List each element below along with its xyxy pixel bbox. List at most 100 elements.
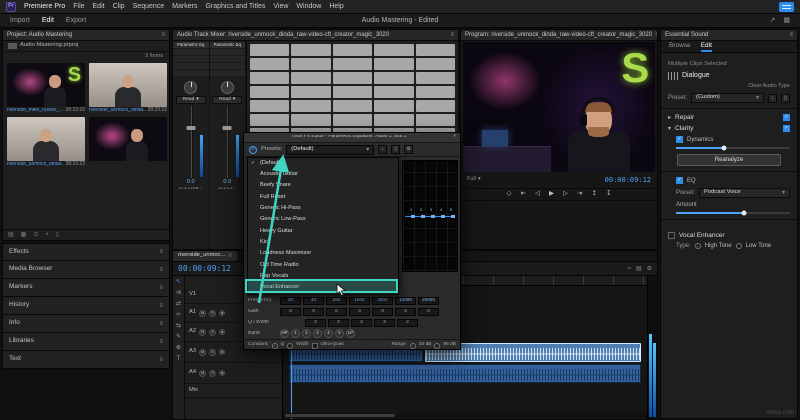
insert-effect-slot[interactable]: Parametric Eq: [173, 42, 209, 49]
tool-selection-icon[interactable]: ↖: [176, 279, 181, 285]
preset-option[interactable]: Kick: [248, 237, 398, 248]
panel-tab-media-browser[interactable]: Media Browser≡: [2, 261, 170, 279]
preset-option[interactable]: Heavy Guitar: [248, 226, 398, 237]
frequency-value[interactable]: 12000: [395, 297, 416, 305]
automation-mode-select[interactable]: Read ▾: [212, 96, 242, 104]
panel-tab-effects[interactable]: Effects≡: [2, 243, 170, 261]
eq-row[interactable]: ✓ EQ: [676, 177, 790, 184]
range-96-radio[interactable]: [434, 343, 440, 349]
lift-icon[interactable]: ↥: [592, 191, 597, 198]
chevron-down-icon[interactable]: ▾: [668, 126, 671, 132]
clear-audio-type-link[interactable]: Clear Audio Type: [748, 84, 790, 90]
chevron-right-icon[interactable]: ▸: [668, 115, 671, 121]
insert-slot[interactable]: [291, 114, 330, 126]
band-4-button[interactable]: 4: [324, 329, 333, 338]
eq-band-point[interactable]: [431, 215, 435, 219]
tab-export[interactable]: Export: [66, 17, 86, 24]
menu-clip[interactable]: Clip: [113, 3, 125, 10]
high-tone-radio[interactable]: [695, 243, 701, 249]
solo-button[interactable]: S: [209, 370, 216, 377]
solo-button[interactable]: S: [209, 329, 216, 336]
band-lp-button[interactable]: LP: [346, 329, 355, 338]
project-clip-card[interactable]: riverside_unmock_dinda... 28:23:22: [89, 63, 167, 113]
panel-menu-icon[interactable]: ≡: [450, 32, 454, 38]
list-view-icon[interactable]: ▤: [8, 232, 14, 238]
gain-value[interactable]: 0: [280, 308, 301, 316]
dynamics-checkbox[interactable]: ✓: [676, 136, 683, 143]
frequency-value[interactable]: 40: [303, 297, 324, 305]
tool-slip-icon[interactable]: ⇆: [176, 323, 181, 329]
preset-option[interactable]: Beefy Snare: [248, 181, 398, 192]
volume-value[interactable]: 0.0: [173, 180, 209, 186]
insert-slot[interactable]: [333, 58, 372, 70]
project-clip-card[interactable]: S riverside_mike_russell_... 28:23:22: [7, 63, 85, 113]
slider-handle[interactable]: [721, 146, 726, 151]
preset-option[interactable]: Full Reset: [248, 192, 398, 203]
menu-sequence[interactable]: Sequence: [133, 3, 165, 10]
track-header-a4[interactable]: A4 M S ◉: [185, 363, 282, 384]
repair-checkbox[interactable]: ✓: [783, 114, 790, 121]
insert-slot[interactable]: [291, 72, 330, 84]
add-marker-icon[interactable]: ◇: [507, 191, 512, 198]
panel-menu-icon[interactable]: ≡: [159, 321, 163, 327]
dynamics-slider[interactable]: [676, 147, 790, 149]
insert-slot[interactable]: [333, 86, 372, 98]
insert-slot[interactable]: [291, 58, 330, 70]
pan-knob[interactable]: [221, 81, 234, 94]
panel-menu-icon[interactable]: ≡: [789, 32, 793, 38]
frequency-value[interactable]: 250: [326, 297, 347, 305]
insert-slot[interactable]: [374, 114, 413, 126]
insert-slot[interactable]: [416, 72, 455, 84]
low-tone-radio[interactable]: [736, 243, 742, 249]
preset-option[interactable]: Acoustic Guitar: [248, 169, 398, 180]
panel-menu-icon[interactable]: ≡: [159, 303, 163, 309]
mute-button[interactable]: M: [199, 310, 206, 317]
voiceover-record-icon[interactable]: ◉: [219, 370, 225, 376]
menu-file[interactable]: File: [73, 3, 84, 10]
zoom-level-select[interactable]: Full: [467, 177, 476, 183]
menu-app-name[interactable]: Premiere Pro: [24, 3, 65, 10]
project-bin-row[interactable]: Audio Mastering.prproj: [3, 41, 169, 52]
insert-slot[interactable]: [374, 44, 413, 56]
timeline-scrollbar[interactable]: [283, 413, 647, 418]
q-value[interactable]: 2: [397, 319, 418, 327]
panel-tab-text[interactable]: Text≡: [2, 351, 170, 369]
insert-effect-slot[interactable]: [173, 70, 209, 77]
q-value[interactable]: 2: [374, 319, 395, 327]
volume-value[interactable]: 0.0: [210, 180, 246, 186]
tool-track-select-icon[interactable]: ⇉: [176, 290, 181, 296]
audio-clip[interactable]: [289, 364, 641, 383]
clip-thumbnail[interactable]: S: [7, 63, 85, 107]
volume-fader[interactable]: [215, 106, 241, 178]
panel-tab-history[interactable]: History≡: [2, 297, 170, 315]
insert-slot[interactable]: [333, 100, 372, 112]
volume-fader[interactable]: [178, 106, 204, 178]
gain-value[interactable]: 0: [349, 308, 370, 316]
insert-slot[interactable]: [374, 72, 413, 84]
insert-effect-slot[interactable]: [210, 49, 246, 56]
vocal-enhancer-row[interactable]: Vocal Enhancer: [668, 232, 790, 239]
eq-preset-select[interactable]: Podcast Voice ▾: [699, 188, 790, 198]
slider-handle[interactable]: [742, 211, 747, 216]
sequence-tab[interactable]: riverside_unmoc... ≡: [173, 251, 237, 261]
mute-button[interactable]: M: [199, 329, 206, 336]
dynamics-row[interactable]: ✓ Dynamics: [676, 136, 790, 143]
project-panel-tab[interactable]: Project: Audio Mastering ≡: [3, 30, 169, 41]
panel-tab-info[interactable]: Info≡: [2, 315, 170, 333]
extract-icon[interactable]: ↧: [606, 191, 611, 198]
insert-slot[interactable]: [416, 44, 455, 56]
ultra-quiet-checkbox[interactable]: [312, 343, 318, 349]
essential-sound-tab[interactable]: Essential Sound ≡: [661, 30, 797, 41]
solo-button[interactable]: S: [209, 310, 216, 317]
frequency-value[interactable]: 20000: [418, 297, 439, 305]
insert-effect-slot[interactable]: [173, 49, 209, 56]
q-value[interactable]: 2: [351, 319, 372, 327]
timeline-settings-icon[interactable]: ⚙: [647, 266, 652, 272]
program-video[interactable]: S: [463, 42, 655, 172]
effect-power-icon[interactable]: ◎: [249, 146, 257, 154]
insert-slot[interactable]: [374, 86, 413, 98]
tool-pen-icon[interactable]: ✎: [176, 334, 181, 340]
insert-slot[interactable]: [250, 72, 289, 84]
repair-section[interactable]: ▸ Repair ✓: [668, 114, 790, 121]
clip-thumbnail[interactable]: [89, 117, 167, 161]
